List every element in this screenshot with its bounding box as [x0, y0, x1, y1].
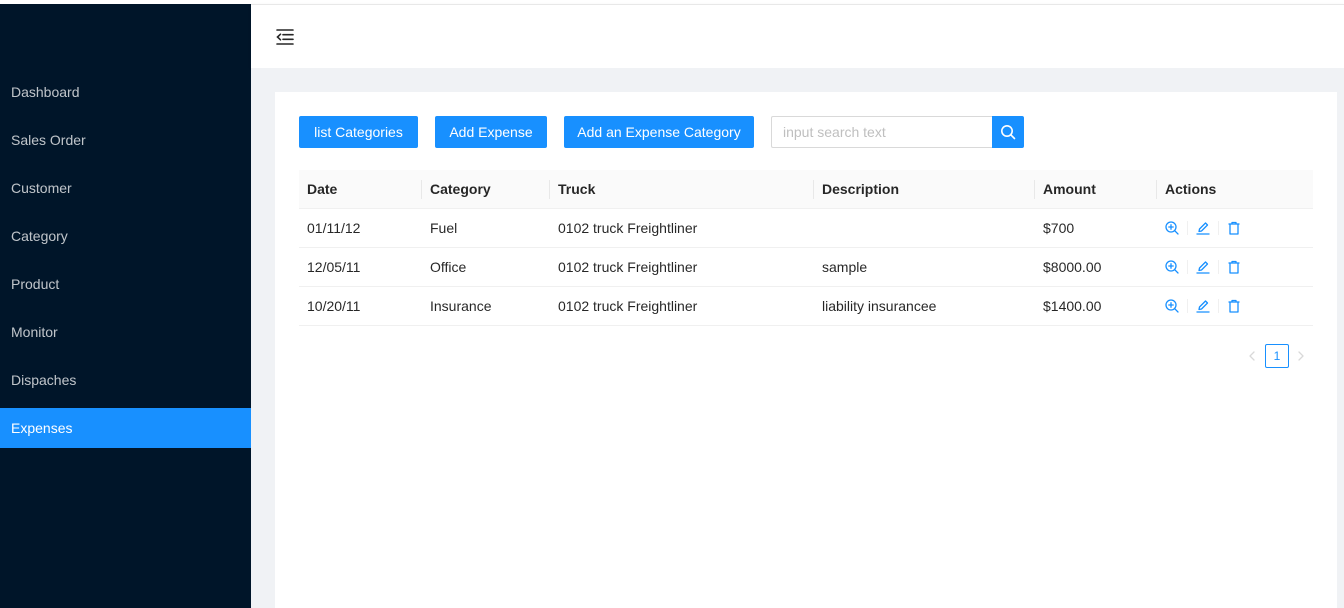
sidebar-item-monitor[interactable]: Monitor	[0, 312, 251, 352]
delete-icon[interactable]	[1226, 298, 1242, 314]
action-divider	[1187, 299, 1188, 313]
column-divider	[549, 180, 550, 199]
cell-category: Insurance	[430, 298, 492, 314]
zoom-in-icon[interactable]	[1164, 220, 1180, 236]
sidebar-item-category[interactable]: Category	[0, 216, 251, 256]
column-divider	[813, 180, 814, 199]
cell-category: Fuel	[430, 220, 458, 236]
cell-truck: 0102 truck Freightliner	[558, 298, 698, 314]
sidebar-menu: Dashboard Sales Order Customer Category …	[0, 72, 251, 456]
table-row: 12/05/11 Office 0102 truck Freightliner …	[299, 248, 1313, 287]
sidebar-item-expenses[interactable]: Expenses	[0, 408, 251, 448]
table-row: 10/20/11 Insurance 0102 truck Freightlin…	[299, 287, 1313, 326]
sidebar-item-dashboard[interactable]: Dashboard	[0, 72, 251, 112]
search-box	[771, 116, 1024, 148]
column-header-description[interactable]: Description	[822, 170, 899, 209]
column-divider	[1034, 180, 1035, 199]
sidebar-item-sales-order[interactable]: Sales Order	[0, 120, 251, 160]
column-divider	[1156, 180, 1157, 199]
zoom-in-icon[interactable]	[1164, 298, 1180, 314]
cell-date: 01/11/12	[307, 220, 361, 236]
menu-fold-icon[interactable]	[275, 27, 295, 47]
cell-amount: $700	[1043, 220, 1075, 236]
add-expense-button[interactable]: Add Expense	[435, 116, 547, 148]
expenses-table: Date Category Truck Description Amount A…	[299, 170, 1313, 326]
column-header-date[interactable]: Date	[307, 170, 337, 209]
column-header-truck[interactable]: Truck	[558, 170, 595, 209]
table-row: 01/11/12 Fuel 0102 truck Freightliner $7…	[299, 209, 1313, 248]
cell-description: sample	[822, 259, 868, 275]
sidebar-item-dispaches[interactable]: Dispaches	[0, 360, 251, 400]
cell-date: 12/05/11	[307, 259, 361, 275]
cell-truck: 0102 truck Freightliner	[558, 220, 698, 236]
column-header-amount[interactable]: Amount	[1043, 170, 1096, 209]
pagination: 1	[1244, 344, 1314, 368]
action-divider	[1218, 299, 1219, 313]
zoom-in-icon[interactable]	[1164, 259, 1180, 275]
cell-description: liability insurancee	[822, 298, 937, 314]
delete-icon[interactable]	[1226, 259, 1242, 275]
edit-icon[interactable]	[1195, 259, 1211, 275]
cell-amount: $1400.00	[1043, 298, 1102, 314]
column-header-category[interactable]: Category	[430, 170, 491, 209]
search-input[interactable]	[771, 116, 993, 148]
pagination-page-1[interactable]: 1	[1265, 344, 1289, 368]
cell-category: Office	[430, 259, 467, 275]
delete-icon[interactable]	[1226, 220, 1242, 236]
list-categories-button[interactable]: list Categories	[299, 116, 418, 148]
sidebar-item-customer[interactable]: Customer	[0, 168, 251, 208]
add-expense-category-button[interactable]: Add an Expense Category	[564, 116, 754, 148]
pagination-prev-icon[interactable]	[1244, 344, 1260, 368]
cell-truck: 0102 truck Freightliner	[558, 259, 698, 275]
action-divider	[1218, 221, 1219, 235]
edit-icon[interactable]	[1195, 220, 1211, 236]
action-divider	[1187, 221, 1188, 235]
sidebar-item-product[interactable]: Product	[0, 264, 251, 304]
column-header-actions: Actions	[1165, 181, 1217, 197]
search-button[interactable]	[992, 116, 1024, 148]
action-divider	[1218, 260, 1219, 274]
table-header: Date Category Truck Description Amount A…	[299, 170, 1313, 209]
sidebar: Dashboard Sales Order Customer Category …	[0, 4, 251, 608]
search-icon	[1001, 125, 1016, 140]
edit-icon[interactable]	[1195, 298, 1211, 314]
header	[251, 4, 1344, 68]
column-divider	[421, 180, 422, 199]
action-divider	[1187, 260, 1188, 274]
cell-amount: $8000.00	[1043, 259, 1102, 275]
cell-date: 10/20/11	[307, 298, 361, 314]
pagination-next-icon[interactable]	[1293, 344, 1309, 368]
